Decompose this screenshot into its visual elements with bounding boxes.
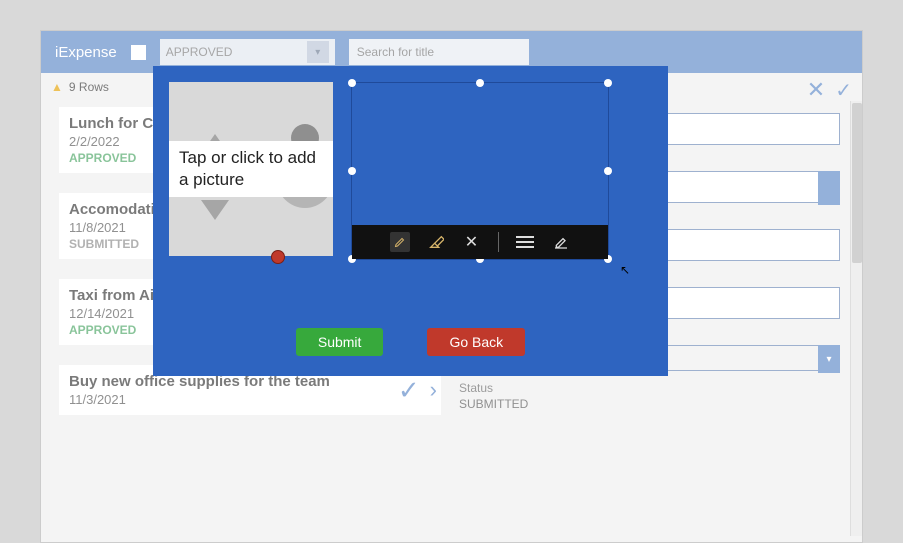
resize-handle[interactable] [348,79,356,87]
filter-select[interactable]: APPROVED ▾ [160,39,335,65]
vertical-scrollbar[interactable] [850,101,862,536]
resize-handle[interactable] [476,79,484,87]
scrollbar-thumb[interactable] [852,103,862,263]
search-input[interactable] [349,39,529,65]
clear-icon[interactable]: ✕ [462,232,482,252]
pen-icon[interactable] [390,232,410,252]
approve-icon[interactable]: ✓ [398,375,420,406]
status-label: Status [459,381,840,395]
list-item-date: 11/3/2021 [69,392,330,407]
eraser-icon[interactable] [426,232,446,252]
app-title: iExpense [55,44,117,61]
toolbar-separator [498,232,499,252]
resize-handle[interactable] [604,79,612,87]
upload-picture-area[interactable]: Tap or click to add a picture [169,82,333,256]
warning-icon: ▲ [51,80,63,94]
chevron-right-icon[interactable]: › [430,377,437,403]
resize-handle[interactable] [604,167,612,175]
signature-pad[interactable]: ✕ [351,82,609,260]
mouse-cursor-icon: ↖ [620,263,630,277]
drawing-toolbar: ✕ [352,225,608,259]
resize-handle[interactable] [348,167,356,175]
filter-select-value: APPROVED [166,45,233,59]
edit-icon[interactable] [551,232,571,252]
rows-count: 9 Rows [69,80,109,94]
go-back-button[interactable]: Go Back [427,328,525,356]
lines-icon[interactable] [515,232,535,252]
delete-icon[interactable] [271,250,285,264]
upload-instruction: Tap or click to add a picture [169,141,333,197]
picture-modal: Tap or click to add a picture ✕ [153,66,668,376]
confirm-icon[interactable]: ✓ [835,78,852,103]
close-icon[interactable]: ✕ [807,77,825,103]
chevron-down-icon: ▾ [818,345,840,373]
submit-button[interactable]: Submit [296,328,384,356]
chevron-down-icon: ▾ [307,41,329,63]
header-checkbox[interactable] [131,45,146,60]
status-value: SUBMITTED [459,397,840,411]
